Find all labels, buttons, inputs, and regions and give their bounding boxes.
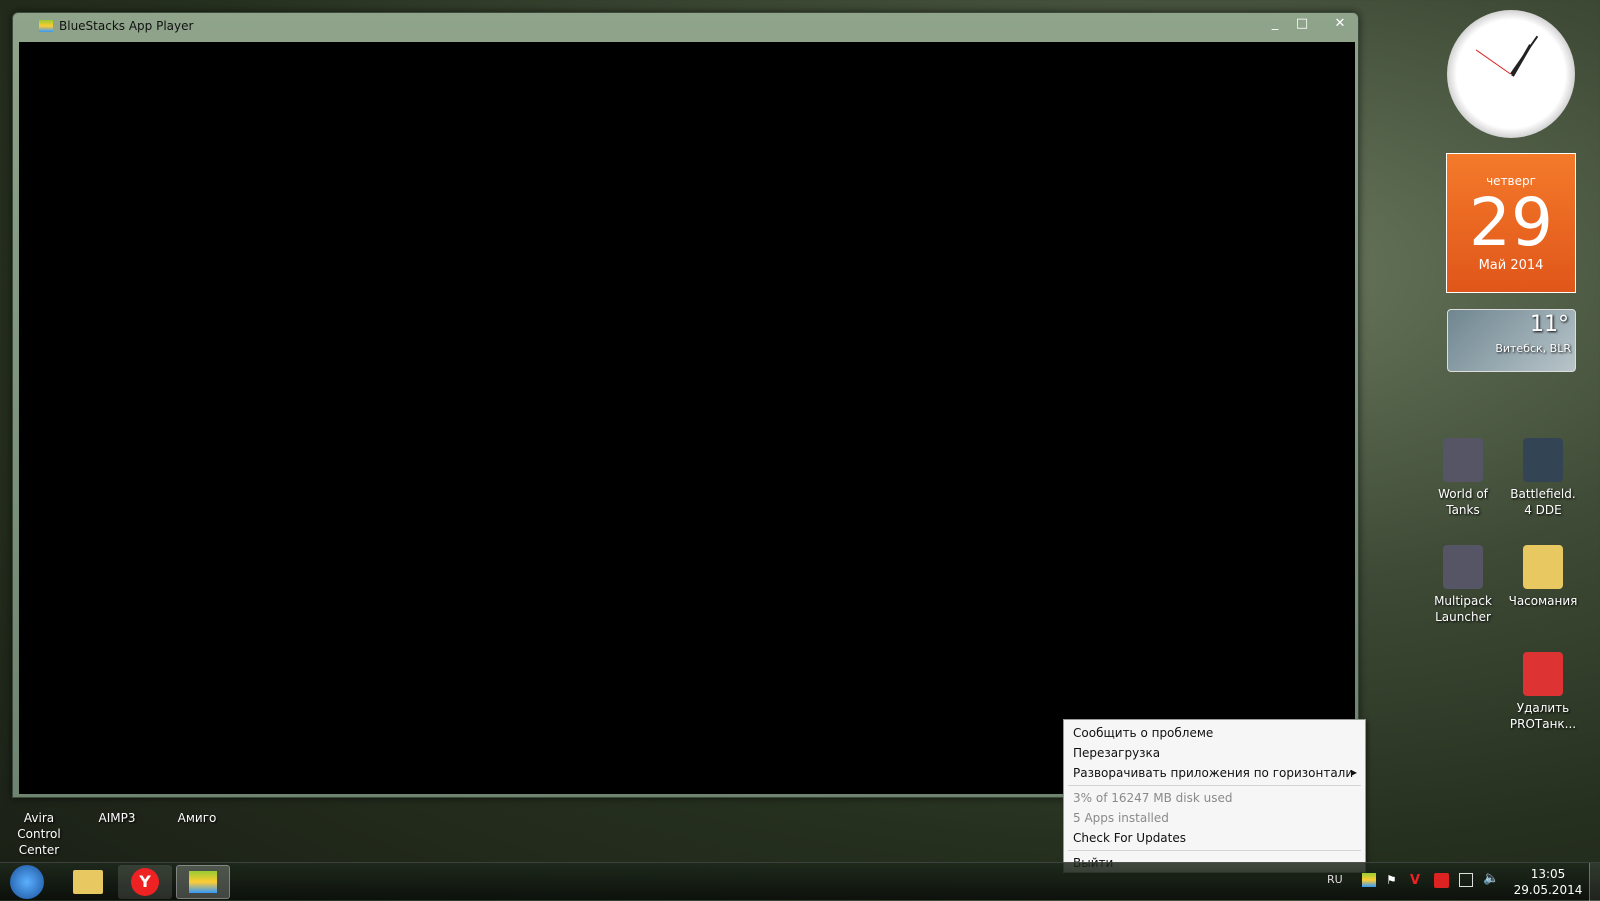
clock-minute-hand (1510, 35, 1539, 75)
desktop-icon-chasomania[interactable]: Часомания (1505, 545, 1581, 609)
taskbar-bluestacks[interactable] (176, 865, 230, 899)
minimize-button[interactable]: _ (1262, 15, 1288, 33)
window-title-bar[interactable]: BlueStacks App Player (39, 19, 193, 33)
menu-separator (1068, 850, 1361, 851)
taskbar-time: 13:05 (1530, 867, 1566, 881)
taskbar-date: 29.05.2014 (1513, 883, 1583, 897)
tray-network-icon[interactable] (1459, 873, 1473, 887)
taskbar-yandex-browser[interactable]: Y (118, 865, 172, 899)
protank-icon (1523, 652, 1563, 696)
maximize-button[interactable]: □ (1289, 15, 1315, 33)
menu-separator (1068, 785, 1361, 786)
language-indicator[interactable]: RU (1327, 873, 1343, 886)
tray-action-center-icon[interactable]: ⚑ (1386, 873, 1400, 887)
desktop-icon-aimp3[interactable]: AIMP3 (79, 810, 155, 826)
taskbar-clock[interactable]: 13:05 29.05.2014 (1510, 866, 1586, 898)
tank-shield-icon (1443, 438, 1483, 482)
menu-item-rotate-apps[interactable]: Разворачивать приложения по горизонтали ▶ (1064, 763, 1365, 783)
bluestacks-icon (189, 871, 217, 893)
desktop-icon-battlefield[interactable]: Battlefield. 4 DDE (1505, 438, 1581, 518)
desktop-icon-multipack[interactable]: Multipack Launcher (1425, 545, 1501, 625)
folder-icon (73, 870, 103, 894)
app-screen[interactable] (19, 42, 1355, 794)
tank-shield-icon (1443, 545, 1483, 589)
desktop-icon-amigo[interactable]: Амиго (159, 810, 235, 826)
yandex-icon: Y (131, 868, 159, 896)
menu-item-apps-installed: 5 Apps installed (1073, 811, 1169, 825)
battlefield-icon (1523, 438, 1563, 482)
tray-volume-icon[interactable]: 🔈 (1483, 871, 1499, 886)
tray-bluestacks-icon[interactable] (1362, 873, 1376, 887)
tray-avira-icon[interactable] (1434, 873, 1449, 888)
clock-second-hand (1475, 49, 1511, 75)
calendar-gadget[interactable]: четверг 29 Май 2014 (1446, 153, 1576, 293)
submenu-arrow-icon: ▶ (1350, 768, 1357, 777)
taskbar-explorer[interactable] (61, 865, 115, 899)
desktop-icon-world-of-tanks[interactable]: World of Tanks (1425, 438, 1501, 518)
weather-temp: 11° (1530, 312, 1569, 337)
show-desktop-button[interactable] (1589, 863, 1600, 901)
tray-context-menu: Сообщить о проблеме Перезагрузка Развора… (1063, 719, 1366, 873)
start-button[interactable] (10, 865, 44, 899)
close-button[interactable]: ✕ (1327, 15, 1353, 33)
menu-item-disk-usage: 3% of 16247 MB disk used (1073, 791, 1233, 805)
weather-location: Витебск, BLR (1495, 342, 1571, 355)
desktop-icon-avira[interactable]: Avira Control Center (1, 810, 77, 858)
menu-item-report-problem[interactable]: Сообщить о проблеме (1064, 723, 1365, 743)
bluestacks-window: BlueStacks App Player _ □ ✕ (12, 12, 1359, 798)
bluestacks-icon (39, 20, 53, 32)
calendar-month-year: Май 2014 (1478, 258, 1544, 273)
window-title: BlueStacks App Player (59, 19, 194, 33)
clock-gadget[interactable] (1447, 10, 1575, 138)
menu-item-restart[interactable]: Перезагрузка (1064, 743, 1365, 763)
calendar-day: 29 (1469, 184, 1553, 261)
weather-gadget[interactable]: 11° Витебск, BLR (1447, 309, 1576, 372)
menu-item-check-updates[interactable]: Check For Updates (1064, 828, 1365, 848)
desktop-icon-uninstall-protank[interactable]: Удалить PROТанк... (1505, 652, 1581, 732)
taskbar: Y RU ⚑ V 🔈 13:05 29.05.2014 (0, 862, 1600, 901)
folder-icon (1523, 545, 1563, 589)
tray-v-icon[interactable]: V (1410, 873, 1424, 888)
